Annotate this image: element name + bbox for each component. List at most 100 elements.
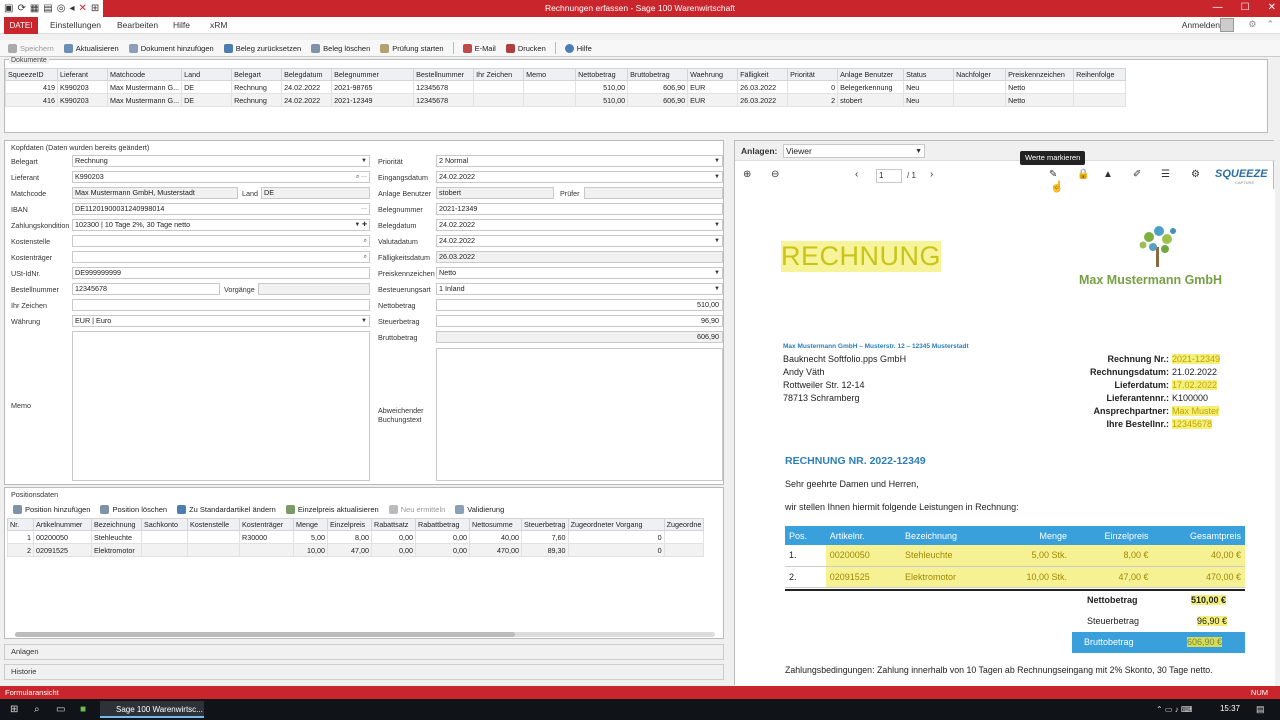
column-header[interactable]: Anlage Benutzer: [837, 68, 905, 81]
tray-icons[interactable]: ⌃ ▭ ♪ ⌨: [1156, 705, 1192, 714]
prioritaet-select[interactable]: 2 Normal ▼: [436, 155, 723, 167]
previous-page-icon[interactable]: ‹: [855, 169, 858, 180]
anlagen-section[interactable]: Anlagen: [4, 644, 724, 660]
lock-icon[interactable]: 🔒: [1077, 169, 1089, 180]
column-header[interactable]: Sachkonto: [141, 518, 188, 531]
settings-icon[interactable]: ⚙: [1191, 169, 1200, 180]
menu-bearbeiten[interactable]: Bearbeiten: [117, 20, 158, 30]
column-header[interactable]: Nachfolger: [953, 68, 1007, 81]
belegdatum-field[interactable]: 24.02.2022 ▼: [436, 219, 723, 231]
reset-document-button[interactable]: Beleg zurücksetzen: [220, 41, 305, 56]
search-more-icon[interactable]: ⌕ ···: [356, 172, 367, 182]
column-header[interactable]: Lieferant: [57, 68, 108, 81]
search-icon[interactable]: ⌕: [364, 236, 367, 246]
app-pinned-icon[interactable]: ■: [80, 704, 86, 715]
more-icon[interactable]: ···: [361, 204, 367, 214]
column-header[interactable]: Fälligkeit: [737, 68, 789, 81]
column-header[interactable]: Menge: [293, 518, 328, 531]
column-header[interactable]: Bruttobetrag: [627, 68, 689, 81]
add-position-button[interactable]: Position hinzufügen: [9, 502, 94, 517]
table-row[interactable]: 2 02091525 Elektromotor 10,00 47,00 0,00 0,00 4…: [7, 543, 705, 557]
table-row[interactable]: 419 K990203 Max Mustermann G... DE Rechnung 2…: [5, 80, 1127, 94]
collapse-icon[interactable]: ⌃: [1266, 19, 1274, 30]
delete-position-button[interactable]: Position löschen: [96, 502, 171, 517]
scrollbar-thumb[interactable]: [15, 632, 515, 637]
valutadatum-field[interactable]: 24.02.2022 ▼: [436, 235, 723, 247]
column-header[interactable]: Einzelpreis: [327, 518, 372, 531]
menu-datei[interactable]: DATEI: [4, 17, 38, 34]
login-link[interactable]: Anmelden: [1182, 20, 1220, 30]
menu-xrm[interactable]: xRM: [210, 20, 227, 30]
steuerbetrag-field[interactable]: 96,90: [436, 315, 723, 327]
chevron-plus-icon[interactable]: ▼ ✚: [354, 220, 367, 230]
standard-article-button[interactable]: Zu Standardartikel ändern: [173, 502, 280, 517]
column-header[interactable]: Reihenfolge: [1073, 68, 1127, 81]
besteuerungsart-select[interactable]: 1 Inland ▼: [436, 283, 723, 295]
close-icon[interactable]: ✕: [1268, 2, 1276, 13]
pen-icon[interactable]: ✎: [1049, 169, 1057, 180]
graduation-icon[interactable]: ▲: [1103, 169, 1113, 180]
settings-icon[interactable]: ⚙: [1248, 19, 1256, 30]
column-header[interactable]: Rabattbetrag: [415, 518, 470, 531]
column-header[interactable]: Kostenträger: [239, 518, 294, 531]
taskbar-app-sage[interactable]: Sage 100 Warenwirtsc...: [100, 701, 204, 718]
search-icon[interactable]: ⌕: [34, 704, 40, 715]
menu-hilfe[interactable]: Hilfe: [173, 20, 190, 30]
memo-textarea[interactable]: [72, 331, 370, 481]
column-header[interactable]: Steuerbetrag: [521, 518, 569, 531]
column-header[interactable]: Belegdatum: [281, 68, 333, 81]
column-header[interactable]: Kostenstelle: [187, 518, 240, 531]
page-number-input[interactable]: 1: [876, 169, 902, 183]
avatar[interactable]: [1220, 18, 1234, 32]
column-header[interactable]: Zugeordneter Vorgang: [567, 518, 665, 531]
belegart-select[interactable]: Rechnung ▼: [72, 155, 370, 167]
preiskennzeichen-select[interactable]: Netto ▼: [436, 267, 723, 279]
notifications-icon[interactable]: ▤: [1256, 704, 1265, 715]
column-header[interactable]: Artikelnummer: [33, 518, 92, 531]
start-check-button[interactable]: Prüfung starten: [376, 41, 447, 56]
list-icon[interactable]: ☰: [1161, 169, 1170, 180]
validation-button[interactable]: Validierung: [451, 502, 508, 517]
column-header[interactable]: Belegnummer: [331, 68, 415, 81]
ihr-zeichen-field[interactable]: [72, 299, 370, 311]
search-icon[interactable]: ⌕: [364, 252, 367, 262]
historie-section[interactable]: Historie: [4, 664, 724, 680]
zoom-out-icon[interactable]: ⊖: [771, 169, 779, 180]
column-header[interactable]: Ihr Zeichen: [473, 68, 525, 81]
column-header[interactable]: Nettobetrag: [575, 68, 629, 81]
next-page-icon[interactable]: ›: [930, 169, 933, 180]
column-header[interactable]: Bezeichnung: [91, 518, 142, 531]
maximize-icon[interactable]: ☐: [1241, 2, 1250, 13]
minimize-icon[interactable]: —: [1213, 2, 1223, 13]
save-button[interactable]: Speichern: [4, 41, 58, 56]
refresh-button[interactable]: Aktualisieren: [60, 41, 123, 56]
kostentraeger-field[interactable]: ⌕: [72, 251, 370, 263]
column-header[interactable]: Land: [181, 68, 233, 81]
column-header[interactable]: Priorität: [787, 68, 839, 81]
lieferant-field[interactable]: K990203 ⌕ ···: [72, 171, 370, 183]
waehrung-select[interactable]: EUR | Euro ▼: [72, 315, 370, 327]
column-header[interactable]: Waehrung: [687, 68, 739, 81]
iban-field[interactable]: DE11201900031240998014 ···: [72, 203, 370, 215]
table-row[interactable]: 416 K990203 Max Mustermann G... DE Rechnung 2…: [5, 93, 1127, 107]
delete-document-button[interactable]: Beleg löschen: [307, 41, 374, 56]
wrench-icon[interactable]: ✐: [1133, 169, 1141, 180]
bestellnummer-field[interactable]: 12345678: [72, 283, 220, 295]
column-header[interactable]: Bestellnummer: [413, 68, 475, 81]
zahlungskondition-select[interactable]: 102300 | 10 Tage 2%, 30 Tage netto ▼ ✚: [72, 219, 370, 231]
column-header[interactable]: Rabattsatz: [371, 518, 416, 531]
viewer-mode-select[interactable]: Viewer ▼: [783, 144, 925, 158]
column-header[interactable]: Belegart: [231, 68, 283, 81]
column-header[interactable]: Nettosumme: [469, 518, 522, 531]
menu-einstellungen[interactable]: Einstellungen: [50, 20, 101, 30]
update-price-button[interactable]: Einzelpreis aktualisieren: [282, 502, 383, 517]
column-header[interactable]: Zugeordne: [663, 518, 705, 531]
column-header[interactable]: Memo: [523, 68, 577, 81]
recalculate-button[interactable]: Neu ermitteln: [385, 502, 450, 517]
buchungstext-textarea[interactable]: [436, 348, 723, 481]
kostenstelle-field[interactable]: ⌕: [72, 235, 370, 247]
table-row[interactable]: 1 00200050 Stehleuchte R30000 5,00 8,00 0,00 0,…: [7, 530, 705, 544]
email-button[interactable]: E-Mail: [459, 41, 500, 56]
belegnummer-field[interactable]: 2021-12349: [436, 203, 723, 215]
column-header[interactable]: SqueezeID: [5, 68, 58, 81]
